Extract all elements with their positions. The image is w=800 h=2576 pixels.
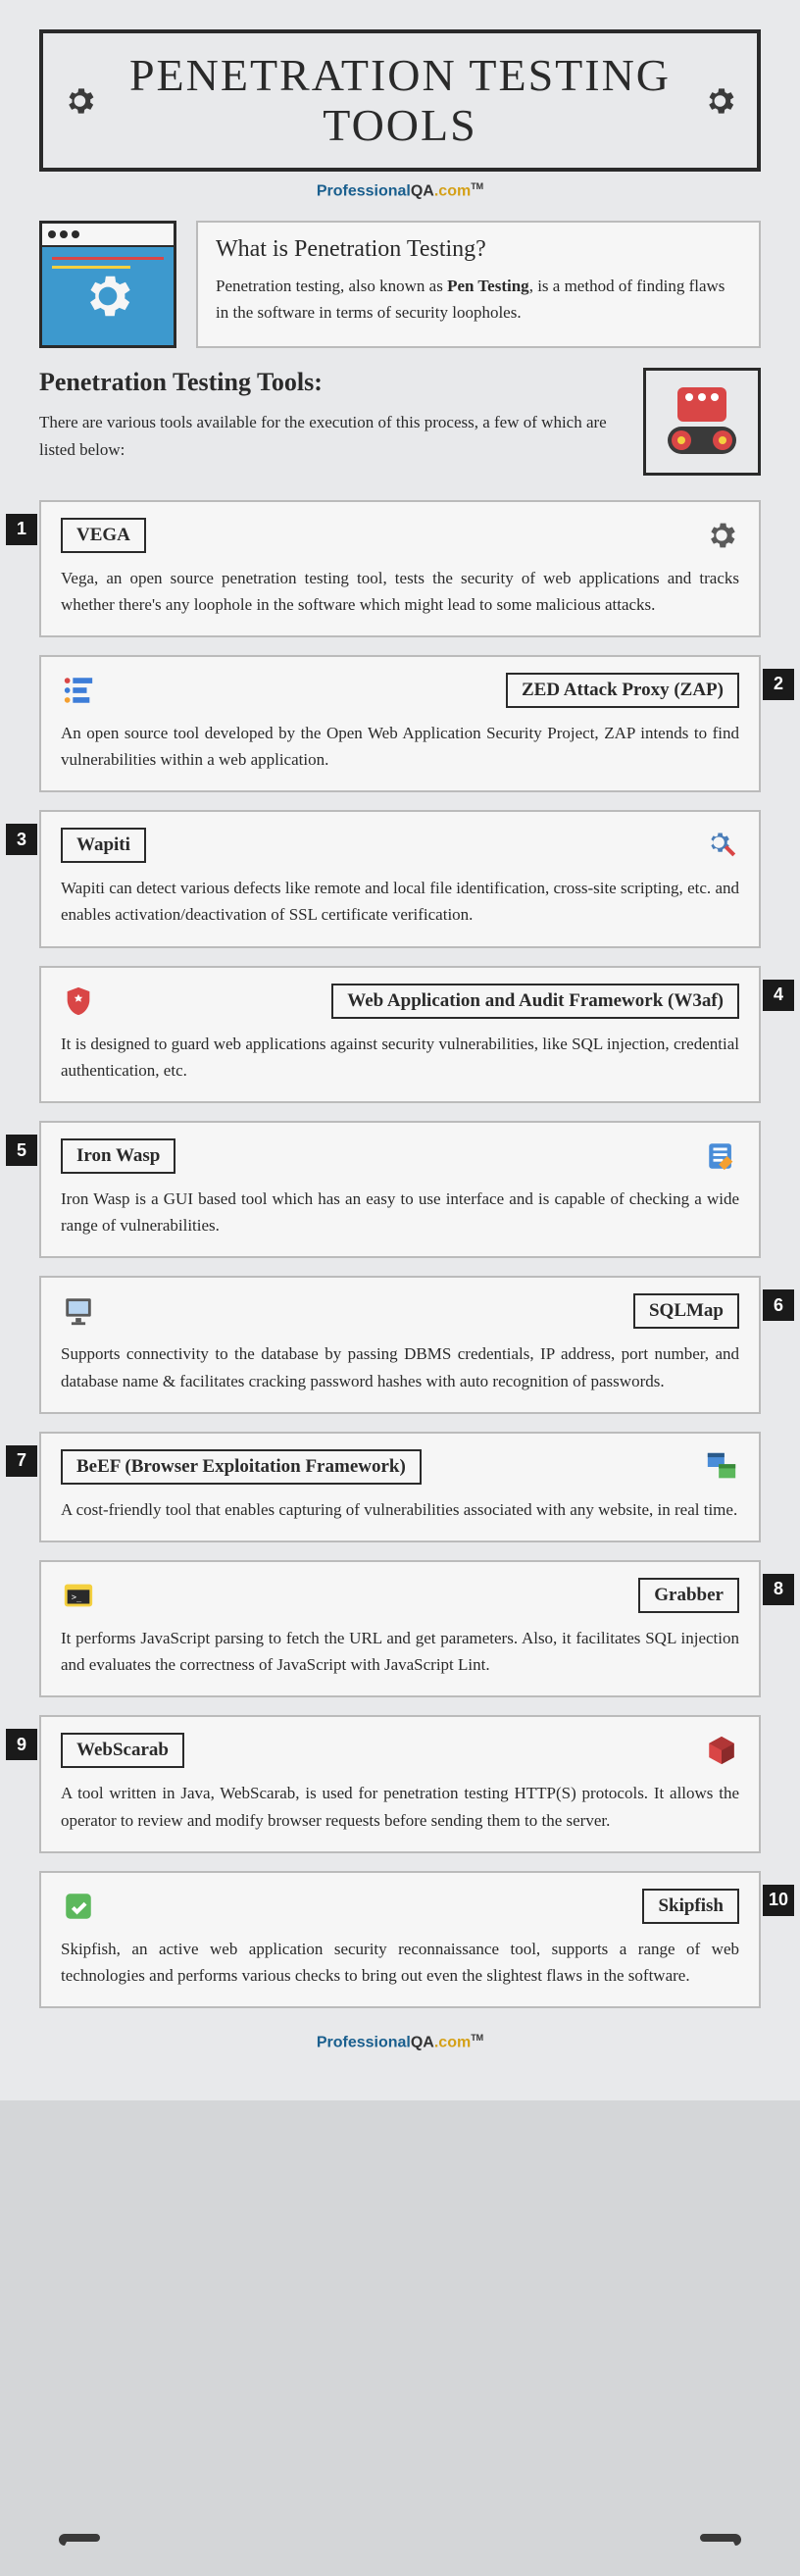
windows-icon: [704, 1449, 739, 1485]
wrench-icon: [59, 2532, 106, 2551]
tool-name: Iron Wasp: [61, 1138, 175, 1174]
infographic-page: PENETRATION TESTING TOOLS ProfessionalQA…: [0, 0, 800, 2100]
tool-description: A tool written in Java, WebScarab, is us…: [61, 1780, 739, 1833]
gear-icon: [704, 518, 739, 553]
shield-icon: [61, 984, 96, 1019]
tool-name: BeEF (Browser Exploitation Framework): [61, 1449, 422, 1485]
tool-description: Vega, an open source penetration testing…: [61, 565, 739, 618]
tool-description: Supports connectivity to the database by…: [61, 1340, 739, 1393]
monitor-icon: [61, 1293, 96, 1329]
tool-card: 8 >_ Grabber It performs JavaScript pars…: [39, 1560, 761, 1697]
tool-header: ZED Attack Proxy (ZAP): [61, 673, 739, 708]
svg-text:>_: >_: [72, 1592, 82, 1602]
robot-icon: [643, 368, 761, 476]
tool-header: VEGA: [61, 518, 739, 553]
tool-header: Iron Wasp: [61, 1138, 739, 1174]
tool-description: It is designed to guard web applications…: [61, 1031, 739, 1084]
tool-card: 4 Web Application and Audit Framework (W…: [39, 966, 761, 1103]
tool-number-badge: 8: [763, 1574, 794, 1605]
tool-name: SQLMap: [633, 1293, 739, 1329]
tool-header: >_ Grabber: [61, 1578, 739, 1613]
tool-number-badge: 9: [6, 1729, 37, 1760]
tool-description: Iron Wasp is a GUI based tool which has …: [61, 1186, 739, 1238]
tool-description: An open source tool developed by the Ope…: [61, 720, 739, 773]
intro-section: What is Penetration Testing? Penetration…: [39, 221, 761, 348]
title-box: PENETRATION TESTING TOOLS: [39, 29, 761, 172]
tool-name: WebScarab: [61, 1733, 184, 1768]
tool-name: Skipfish: [642, 1889, 739, 1924]
tool-card: 1 VEGA Vega, an open source penetration …: [39, 500, 761, 637]
tool-number-badge: 7: [6, 1445, 37, 1477]
tool-name: Web Application and Audit Framework (W3a…: [331, 984, 739, 1019]
intro-text: What is Penetration Testing? Penetration…: [196, 221, 761, 348]
tool-card: 7 BeEF (Browser Exploitation Framework) …: [39, 1432, 761, 1542]
browser-gear-icon: [39, 221, 176, 348]
wrench-icon: [694, 2532, 741, 2551]
tool-description: Wapiti can detect various defects like r…: [61, 875, 739, 928]
footer-brand-logo: ProfessionalQA.comTM: [39, 2033, 761, 2051]
tool-number-badge: 10: [763, 1885, 794, 1916]
intro-body: Penetration testing, also known as Pen T…: [216, 273, 741, 326]
note-pencil-icon: [704, 1138, 739, 1174]
tool-header: WebScarab: [61, 1733, 739, 1768]
tool-card: 6 SQLMap Supports connectivity to the da…: [39, 1276, 761, 1413]
tools-intro-body: There are various tools available for th…: [39, 409, 624, 466]
intro-heading: What is Penetration Testing?: [216, 236, 741, 263]
brand-logo: ProfessionalQA.comTM: [39, 181, 761, 200]
tool-description: Skipfish, an active web application secu…: [61, 1936, 739, 1989]
tool-number-badge: 4: [763, 980, 794, 1011]
gear-icon: [703, 80, 737, 122]
tool-number-badge: 2: [763, 669, 794, 700]
tools-intro-heading: Penetration Testing Tools:: [39, 368, 624, 397]
tool-card: 9 WebScarab A tool written in Java, WebS…: [39, 1715, 761, 1852]
tool-header: BeEF (Browser Exploitation Framework): [61, 1449, 739, 1485]
tool-header: Skipfish: [61, 1889, 739, 1924]
tool-number-badge: 5: [6, 1135, 37, 1166]
tool-description: A cost-friendly tool that enables captur…: [61, 1496, 739, 1523]
tool-header: Web Application and Audit Framework (W3a…: [61, 984, 739, 1019]
tool-name: Grabber: [638, 1578, 739, 1613]
tool-card: 3 Wapiti Wapiti can detect various defec…: [39, 810, 761, 947]
tool-number-badge: 1: [6, 514, 37, 545]
terminal-icon: >_: [61, 1578, 96, 1613]
tool-number-badge: 6: [763, 1289, 794, 1321]
tool-description: It performs JavaScript parsing to fetch …: [61, 1625, 739, 1678]
tool-number-badge: 3: [6, 824, 37, 855]
tools-intro-section: Penetration Testing Tools: There are var…: [39, 368, 761, 476]
list-icon: [61, 673, 96, 708]
check-icon: [61, 1889, 96, 1924]
tool-name: ZED Attack Proxy (ZAP): [506, 673, 739, 708]
tool-card: 2 ZED Attack Proxy (ZAP) An open source …: [39, 655, 761, 792]
tool-header: Wapiti: [61, 828, 739, 863]
box-icon: [704, 1733, 739, 1768]
tool-header: SQLMap: [61, 1293, 739, 1329]
tool-card: 10 Skipfish Skipfish, an active web appl…: [39, 1871, 761, 2008]
gear-wrench-icon: [704, 828, 739, 863]
tool-card: 5 Iron Wasp Iron Wasp is a GUI based too…: [39, 1121, 761, 1258]
gear-icon: [63, 80, 97, 122]
tool-name: VEGA: [61, 518, 146, 553]
page-title: PENETRATION TESTING TOOLS: [107, 51, 693, 150]
tool-name: Wapiti: [61, 828, 146, 863]
